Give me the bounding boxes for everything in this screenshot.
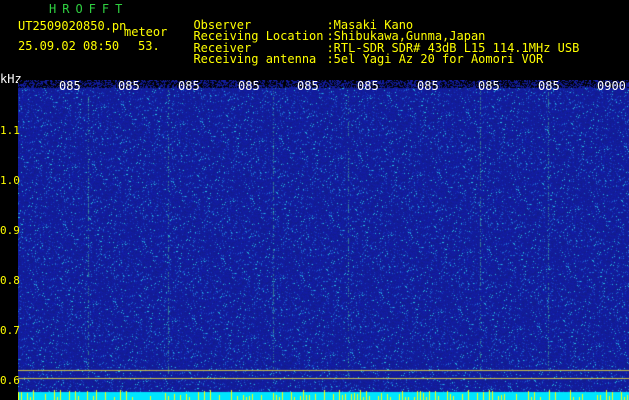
x-tick-label: 085 — [478, 79, 500, 93]
x-tick-label: 085 — [417, 79, 439, 93]
x-tick-label: 085 — [538, 79, 560, 93]
x-tick-label: 085 — [238, 79, 260, 93]
x-tick-label: 085 — [357, 79, 379, 93]
x-tick-label: 0900 — [597, 79, 626, 93]
info-label: Receiving antenna — [193, 52, 317, 66]
y-tick-label: 0.8 — [0, 274, 20, 287]
app-title: HROFFT — [49, 2, 129, 16]
waterfall-spectrogram[interactable] — [18, 80, 629, 400]
info-row-antenna: Receiving antenna :5el Yagi Az 20 for Aom… — [179, 40, 543, 66]
filename-suffix: meteor — [124, 25, 168, 39]
x-tick-label: 085 — [297, 79, 319, 93]
y-tick-label: 0.9 — [0, 224, 20, 237]
waterfall-canvas — [18, 80, 629, 400]
capture-datetime: 25.09.02 08:50 — [18, 39, 120, 53]
y-tick-label: 1.0 — [0, 174, 20, 187]
y-tick-label: 0.6 — [0, 374, 20, 387]
image-filename: UT2509020850.pn — [18, 19, 127, 33]
x-tick-label: 085 — [118, 79, 140, 93]
y-tick-label: 1.1 — [0, 124, 20, 137]
y-tick-label: 0.7 — [0, 324, 20, 337]
info-value: :5el Yagi Az 20 for Aomori VOR — [326, 52, 544, 66]
x-tick-label: 085 — [59, 79, 81, 93]
meteor-count: 53. — [138, 39, 160, 53]
x-tick-label: 085 — [178, 79, 200, 93]
